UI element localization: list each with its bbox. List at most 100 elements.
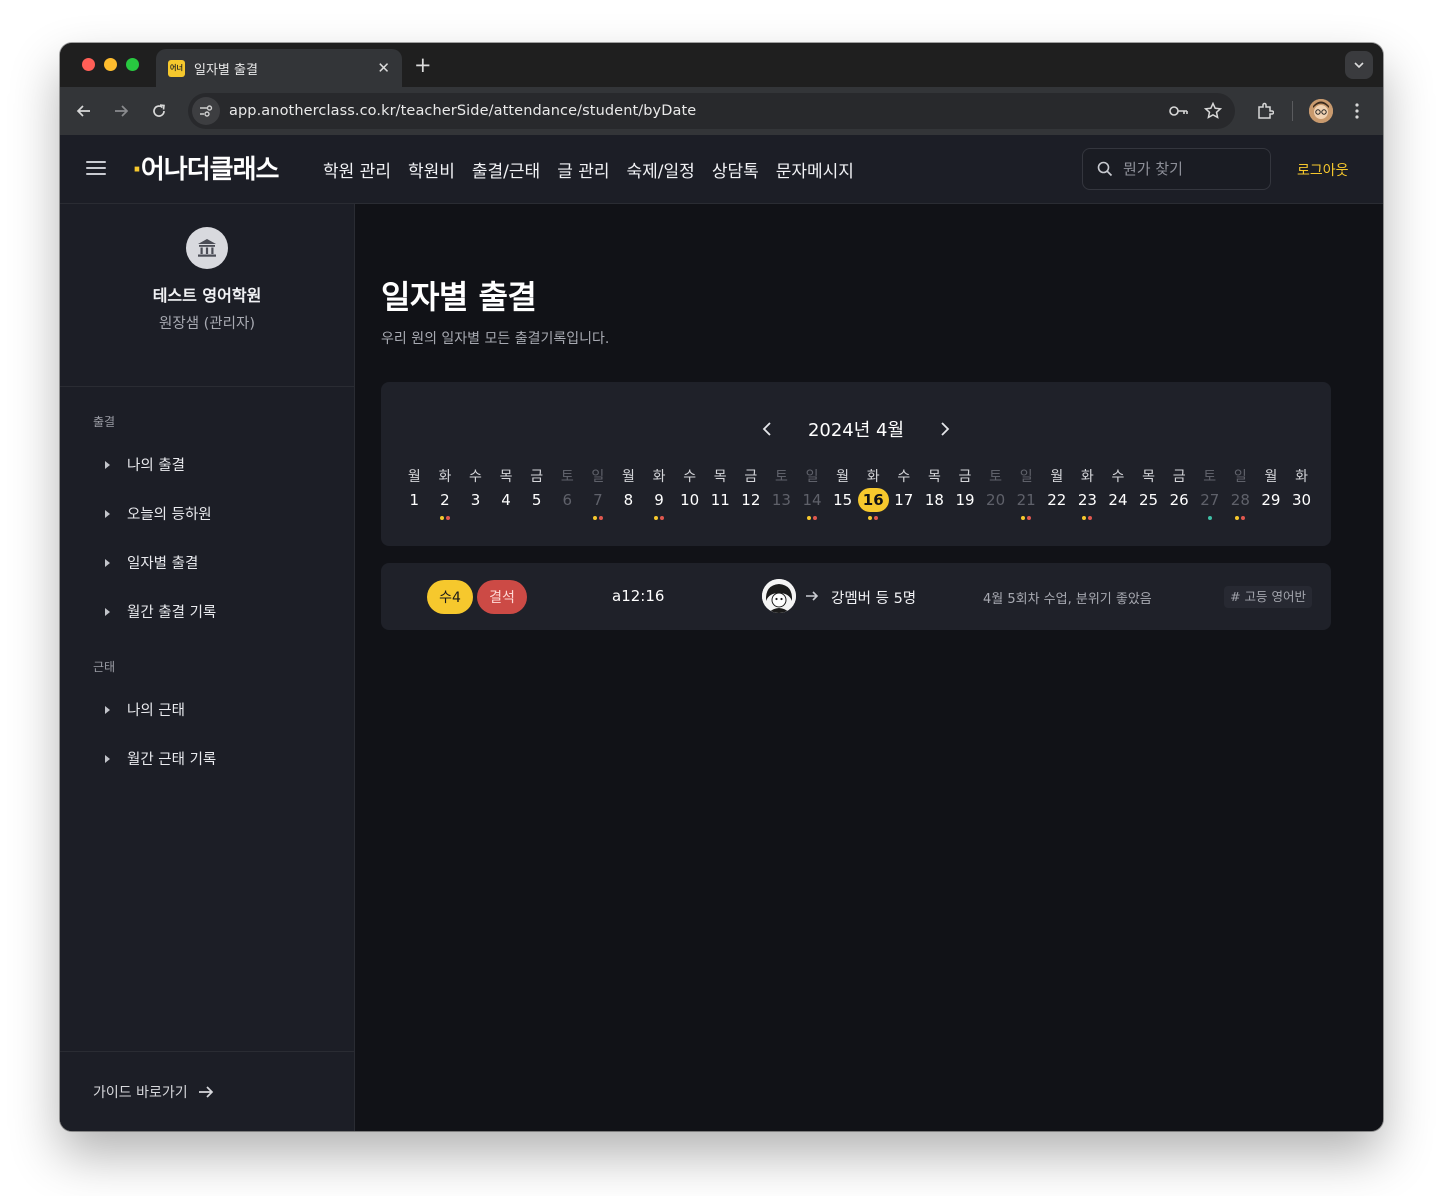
sidebar-section-attendance: 출결 나의 출결 오늘의 등하원 일자별 출결 월간 출결 기록 [60,413,354,636]
day-cell[interactable]: 월 22 [1041,466,1072,522]
day-cell[interactable]: 토 20 [980,466,1011,522]
tab-title: 일자별 출결 [194,62,258,78]
maximize-window-button[interactable] [126,58,139,71]
day-cell[interactable]: 수 10 [674,466,705,522]
day-number: 10 [680,491,700,509]
sidebar-item-monthly-work[interactable]: 월간 근태 기록 [60,734,354,783]
sidebar-item-daily-attendance[interactable]: 일자별 출결 [60,538,354,587]
nav-posts[interactable]: 글 관리 [557,157,609,182]
weekday-label: 금 [958,469,972,485]
day-cell[interactable]: 월8 [613,466,644,522]
browser-menu-icon[interactable] [1345,99,1369,123]
guide-link[interactable]: 가이드 바로가기 [60,1051,354,1131]
nav-consult-talk[interactable]: 상담톡 [712,157,759,182]
profile-avatar-icon[interactable] [1309,99,1333,123]
day-cell[interactable]: 토6 [552,466,583,522]
sidebar-item-monthly-attendance[interactable]: 월간 출결 기록 [60,587,354,636]
nav-attendance[interactable]: 출결/근태 [472,157,540,182]
tab-favicon-icon: 어너 [168,59,185,77]
reload-icon[interactable] [147,99,171,123]
logo-mark-icon: · [132,155,142,185]
nav-tuition[interactable]: 학원비 [408,157,455,182]
class-badge: 수4 [427,580,473,614]
attendance-dot [1207,516,1212,520]
weekday-label: 목 [713,469,727,485]
day-cell[interactable]: 토 13 [766,466,797,522]
day-cell[interactable]: 화 30 [1286,466,1317,522]
day-cell[interactable]: 토 27 [1194,466,1225,522]
day-cell[interactable]: 목 18 [919,466,950,522]
day-cell[interactable]: 일 21 [1011,466,1042,522]
day-cell[interactable]: 수3 [460,466,491,522]
day-cell[interactable]: 화 16 [857,466,889,522]
weekday-label: 화 [438,469,452,485]
day-cell[interactable]: 금 19 [950,466,981,522]
day-cell[interactable]: 화 23 [1072,466,1103,522]
minimize-window-button[interactable] [104,58,117,71]
nav-homework-schedule[interactable]: 숙제/일정 [627,157,695,182]
day-cell[interactable]: 목 25 [1133,466,1164,522]
day-cell[interactable]: 월 15 [827,466,858,522]
attendance-dots [868,514,879,522]
weekday-label: 수 [469,469,482,485]
tab-search-chevron-icon[interactable] [1345,51,1373,79]
day-cell[interactable]: 금 12 [736,466,767,522]
day-cell[interactable]: 월 29 [1256,466,1287,522]
month-label: 2024년 4월 [807,420,905,441]
hamburger-menu-icon[interactable] [86,161,106,177]
day-number: 2 [440,491,450,509]
site-logo[interactable]: ·어나더클래스 [132,149,279,186]
prev-month-chevron-icon[interactable] [757,419,777,439]
back-arrow-icon[interactable] [72,99,96,123]
attendance-dot [660,516,665,520]
academy-profile: 테스트 영어학원 원장샘 (관리자) [60,227,354,387]
address-bar[interactable]: app.anotherclass.co.kr/teacherSide/atten… [188,93,1235,129]
weekday-label: 금 [744,469,758,485]
search-input[interactable] [1123,160,1253,178]
day-number: 22 [1047,491,1067,509]
day-cell[interactable]: 일7 [583,466,614,522]
day-cell[interactable]: 화9 [644,466,675,522]
academy-name: 테스트 영어학원 [152,286,262,305]
day-number: 1 [409,491,420,509]
attendance-dot [1027,516,1032,520]
attendance-dot [1021,516,1026,520]
attendance-record-row[interactable]: 수4 결석 a12:16 강멤버 등 5명 4월 5회차 수업, 분위기 좋았음… [381,563,1331,630]
weekday-label: 화 [1080,469,1094,485]
day-cell[interactable]: 수 24 [1103,466,1134,522]
tab-close-icon[interactable]: ✕ [377,59,390,77]
day-cell[interactable]: 금 26 [1164,466,1195,522]
new-tab-icon[interactable]: + [414,53,432,77]
day-cell[interactable]: 금5 [521,466,552,522]
logout-button[interactable]: 로그아웃 [1297,160,1349,180]
nav-text-message[interactable]: 문자메시지 [776,157,854,182]
weekday-label: 화 [652,469,666,485]
day-cell[interactable]: 일 14 [797,466,828,522]
day-cell[interactable]: 수 17 [889,466,920,522]
sidebar-item-today-arrivals[interactable]: 오늘의 등하원 [60,489,354,538]
attendance-dot [1088,516,1093,520]
bookmark-star-icon[interactable] [1201,99,1225,123]
day-number: 17 [894,491,914,509]
site-info-icon[interactable] [192,97,220,125]
next-month-chevron-icon[interactable] [935,419,955,439]
password-key-icon[interactable] [1167,99,1191,123]
sidebar-item-my-attendance[interactable]: 나의 출결 [60,440,354,489]
day-cell[interactable]: 화2 [430,466,461,522]
day-cell[interactable]: 목 11 [705,466,736,522]
day-number: 27 [1200,491,1220,509]
nav-academy-management[interactable]: 학원 관리 [323,157,391,182]
day-cell[interactable]: 일 28 [1225,466,1256,522]
forward-arrow-icon[interactable] [109,99,133,123]
day-number: 8 [623,491,634,509]
user-role: 원장샘 (관리자) [159,316,255,332]
arrow-right-icon [805,588,819,607]
sidebar-item-my-work[interactable]: 나의 근태 [60,685,354,734]
class-tag[interactable]: # 고등 영어반 [1224,586,1312,608]
extensions-puzzle-icon[interactable] [1253,99,1277,123]
day-cell[interactable]: 월1 [399,466,430,522]
day-cell[interactable]: 목4 [491,466,522,522]
record-members: 강멤버 등 5명 [831,591,917,607]
browser-tab[interactable]: 어너 일자별 출결 ✕ [156,49,402,87]
close-window-button[interactable] [82,58,95,71]
